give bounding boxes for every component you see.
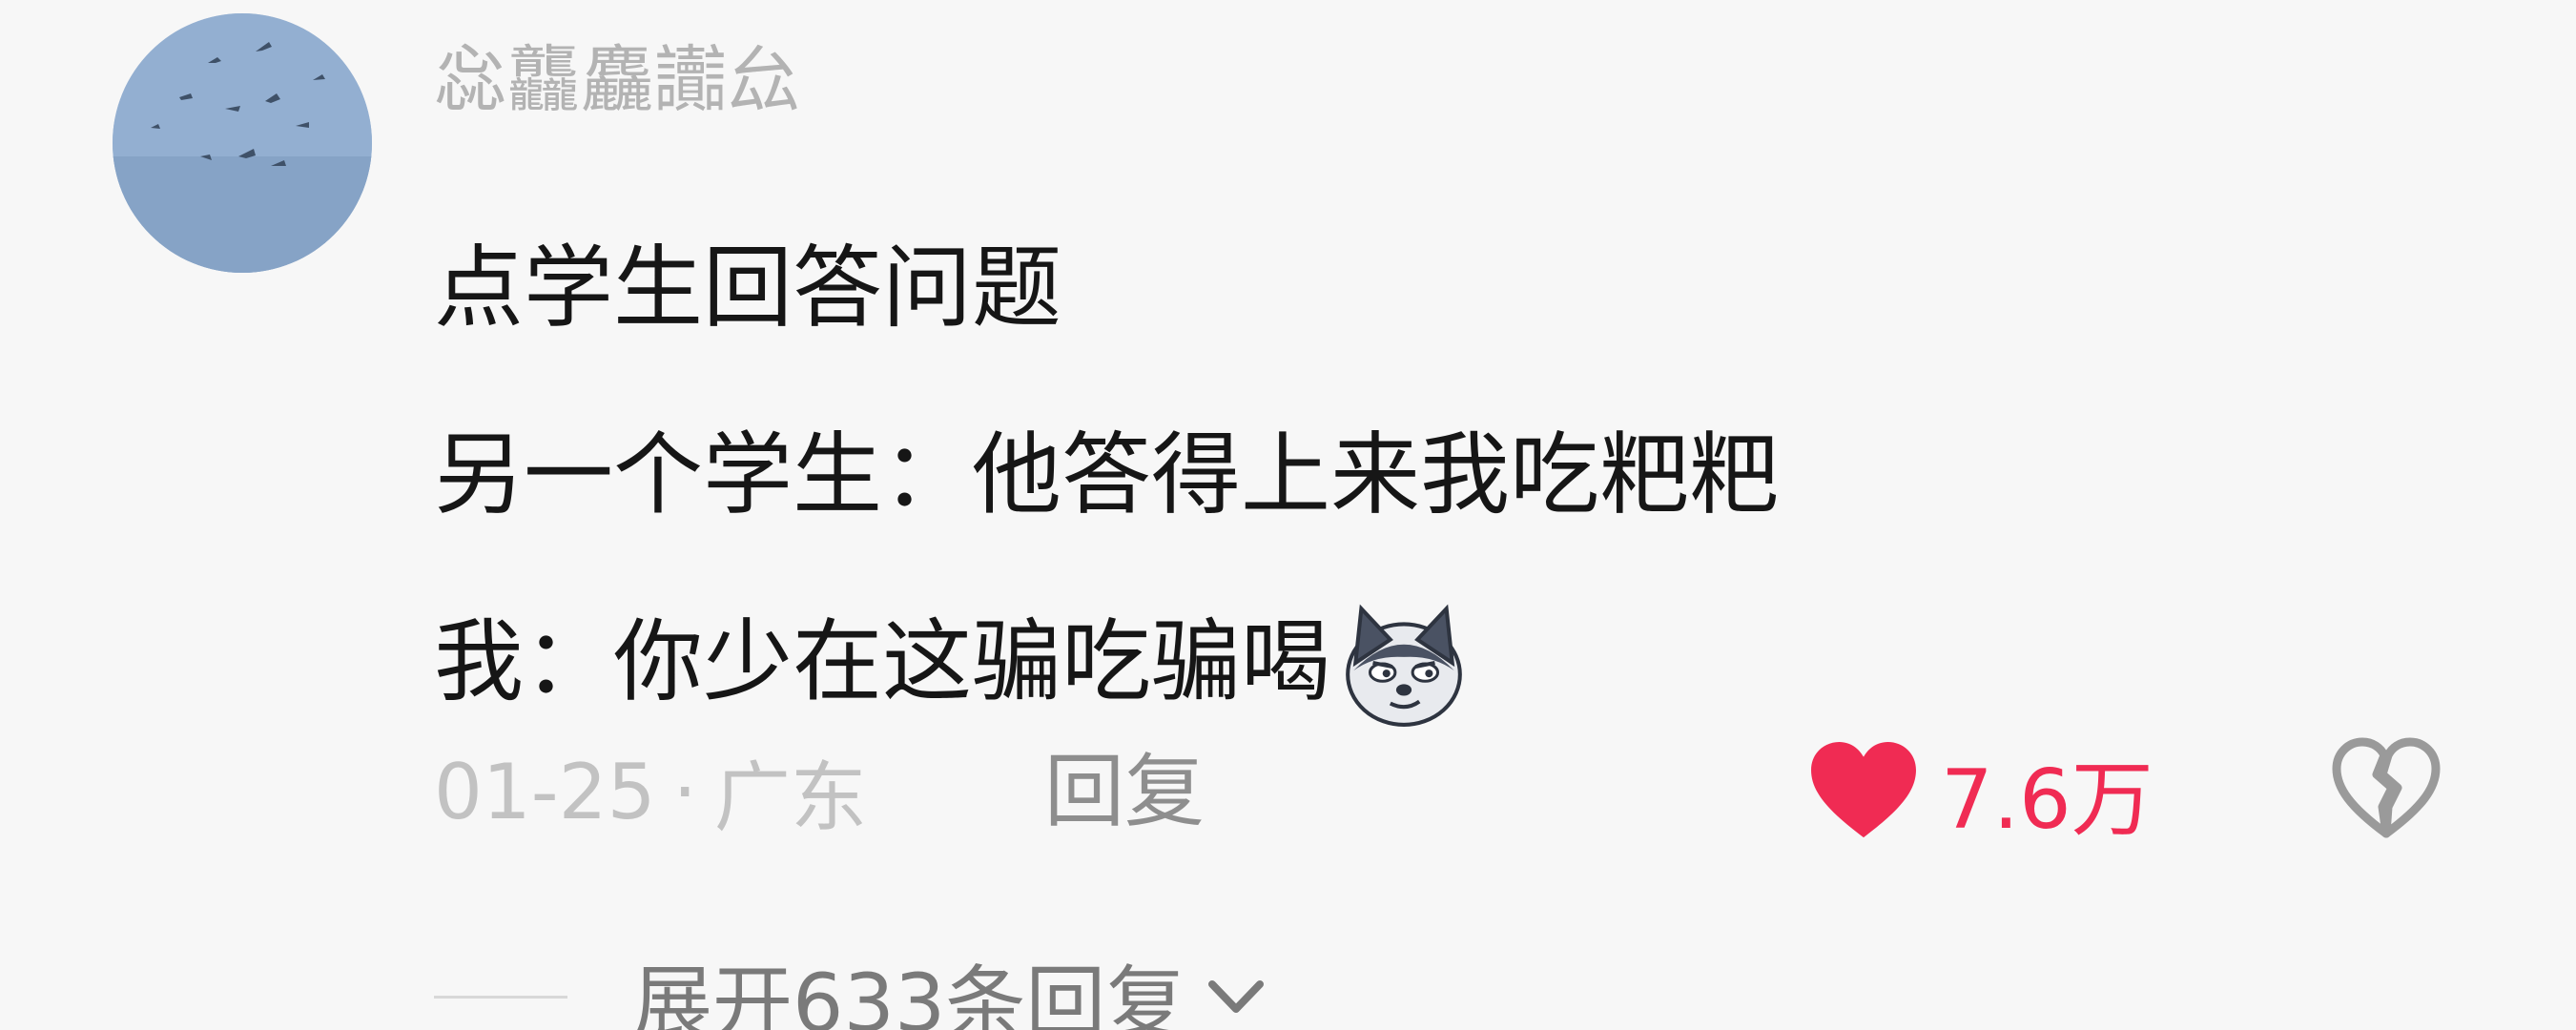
- comment-item: 惢龘麤讟厽 点学生回答问题 另一个学生：他答得上来我吃粑粑 我：你少在这骗吃骗喝: [0, 0, 2576, 1030]
- divider: [434, 995, 567, 999]
- comment-location: 广东: [713, 753, 867, 842]
- comment-date: 01-25: [434, 747, 656, 836]
- comment-line-1: 点学生回答问题: [434, 237, 1062, 340]
- comment-line-3-text: 我：你少在这骗吃骗喝: [434, 610, 1331, 714]
- expand-replies-label: 展开633条回复: [632, 956, 1186, 1030]
- expand-replies-button[interactable]: 展开633条回复: [434, 944, 1271, 1030]
- comment-line-3: 我：你少在这骗吃骗喝: [434, 569, 1472, 755]
- dislike-button[interactable]: [2329, 732, 2443, 847]
- broken-heart-icon: [2332, 737, 2441, 838]
- chevron-down-icon: [1201, 961, 1271, 1030]
- like-button[interactable]: 7.6万: [1807, 734, 2154, 849]
- reply-button[interactable]: 回复: [1044, 739, 1205, 844]
- comment-line-2: 另一个学生：他答得上来我吃粑粑: [434, 423, 1780, 527]
- like-count: 7.6万: [1941, 752, 2154, 848]
- avatar-birds-image: [113, 13, 372, 273]
- wolf-smirk-emoji: [1336, 595, 1472, 731]
- heart-icon: [1811, 741, 1916, 838]
- comment-meta: 01-25 · 广东: [434, 739, 867, 844]
- avatar[interactable]: [113, 13, 372, 273]
- meta-separator: ·: [672, 747, 697, 836]
- username[interactable]: 惢龘麤讟厽: [434, 36, 801, 124]
